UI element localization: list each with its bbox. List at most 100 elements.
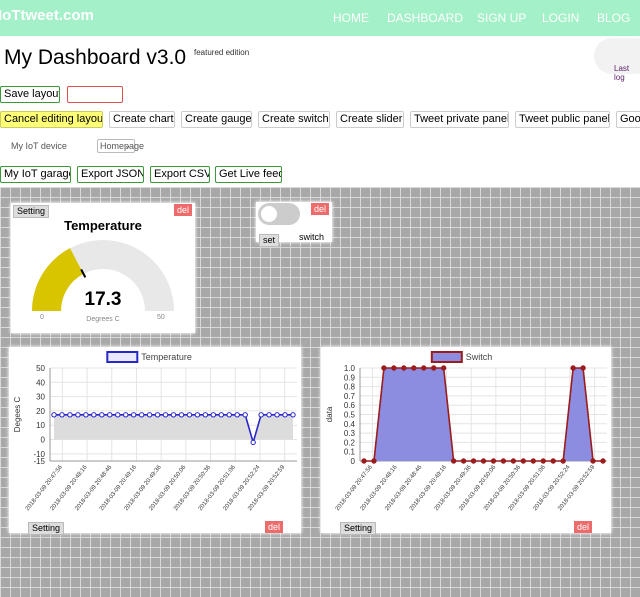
data-point (490, 458, 497, 464)
data-point (381, 365, 387, 371)
my-iot-garage-button[interactable]: My IoT garage (0, 166, 71, 183)
live-feed-button[interactable]: Get Live feed (215, 166, 282, 183)
device-label: My IoT device (11, 141, 67, 151)
create-gauge-button[interactable]: Create gauge (181, 111, 252, 128)
data-point (431, 365, 437, 371)
chart-delete-button[interactable]: del (265, 521, 284, 533)
create-slider-button[interactable]: Create slider (336, 111, 404, 128)
y-tick-label: 0.3 (344, 429, 356, 438)
export-json-button[interactable]: Export JSON (77, 166, 144, 183)
page-title: My Dashboard v3.0 (4, 46, 187, 69)
y-tick-label: 0.9 (344, 373, 356, 382)
toggle-switch[interactable] (258, 203, 300, 225)
switch-chart: Switch1.00.90.80.70.60.50.40.30.20.10201… (325, 351, 607, 512)
temperature-chart: Temperature50403020100-10-152018-03-09 2… (13, 351, 297, 512)
data-point (99, 412, 105, 418)
data-point (218, 412, 225, 418)
data-point (590, 458, 596, 464)
data-point (530, 458, 536, 464)
data-point (250, 439, 256, 446)
data-point (138, 412, 145, 418)
create-switch-button[interactable]: Create switch (258, 111, 330, 128)
y-axis-label: Degees C (13, 396, 22, 432)
data-point (570, 365, 576, 371)
data-point (83, 412, 89, 418)
switch-delete-button[interactable]: del (311, 203, 330, 215)
device-select[interactable]: Homepage ⌄ (97, 139, 144, 153)
y-tick-label: 0.8 (344, 383, 356, 392)
nav-login[interactable]: LOGIN (542, 11, 579, 25)
data-point (520, 458, 527, 464)
nav-dashboard[interactable]: DASHBOARD (387, 11, 463, 25)
data-point (401, 365, 407, 371)
nav-signup[interactable]: SIGN UP (477, 11, 526, 25)
nav-blog[interactable]: BLOG (597, 11, 630, 25)
export-csv-button[interactable]: Export CSV (150, 166, 210, 183)
gauge-panel[interactable]: Setting del Temperature 17.3 Degrees C 0… (11, 203, 195, 333)
data-point (170, 412, 177, 418)
gauge-unit: Degrees C (86, 316, 120, 323)
chevron-down-icon: ⌄ (124, 141, 131, 150)
brand-logo[interactable]: IoTtweet.com (0, 7, 94, 24)
data-point (411, 365, 417, 371)
data-point (226, 412, 232, 418)
data-point (282, 412, 288, 418)
y-tick-label: 0.2 (344, 438, 356, 447)
data-point (67, 412, 73, 418)
chart-delete-button[interactable]: del (574, 521, 593, 533)
data-point (178, 412, 185, 418)
data-point (580, 365, 586, 371)
data-point (266, 412, 272, 418)
chart-setting-button[interactable]: Setting (340, 522, 377, 535)
hidden-red-button[interactable] (67, 86, 123, 103)
data-point (154, 412, 161, 418)
data-point (450, 458, 457, 464)
switch-chart-panel[interactable]: Switch 1.0 0.9 0.8 0.7 0.6 0.5 0.4 0.3 0.2 0.1 0 201… (321, 347, 611, 535)
last-login-link[interactable]: Last log (614, 64, 640, 82)
data-point (421, 365, 427, 371)
data-point (75, 412, 81, 418)
switch-set-button[interactable]: set (259, 234, 280, 247)
temperature-chart-panel[interactable]: Temperature 50 40 30 20 10 0 -10 -15 2018-03-09 2… (9, 347, 301, 535)
data-point (258, 412, 264, 418)
tweet-public-panel-button[interactable]: Tweet public panel (515, 111, 610, 128)
data-point (550, 458, 556, 464)
chart-setting-button[interactable]: Setting (28, 522, 65, 535)
y-tick-label: 0.7 (344, 392, 356, 401)
data-point (460, 458, 467, 464)
y-tick-label: 10 (36, 421, 45, 430)
nav-home[interactable]: HOME (333, 11, 369, 25)
data-point (540, 458, 546, 464)
data-point (210, 412, 217, 418)
cancel-editing-button[interactable]: Cancel editing layout (0, 111, 103, 128)
data-point (162, 412, 169, 418)
data-point (115, 412, 121, 418)
data-point (371, 458, 377, 464)
data-point (234, 412, 240, 418)
save-layout-button[interactable]: Save layout (0, 86, 60, 103)
toggle-knob (261, 206, 277, 222)
data-point (107, 412, 113, 418)
y-tick-label: 0.1 (344, 448, 356, 457)
data-point (440, 365, 447, 371)
device-select-value: Homepage (100, 141, 145, 151)
gauge-dial (32, 240, 174, 311)
gauge-value: 17.3 (84, 289, 122, 310)
y-tick-label: 0.6 (344, 401, 356, 410)
data-point (290, 412, 296, 418)
create-chart-button[interactable]: Create chart (109, 111, 175, 128)
data-point (130, 412, 137, 418)
y-tick-label: 0 (41, 436, 46, 445)
data-point (480, 458, 487, 464)
data-point (361, 458, 367, 464)
data-point (600, 458, 606, 464)
legend-swatch (106, 351, 139, 363)
data-point (59, 412, 65, 418)
switch-panel[interactable]: del set switch (256, 202, 332, 247)
y-tick-label: 0 (351, 457, 356, 466)
y-tick-label: -15 (33, 457, 45, 466)
google-button[interactable]: Goog (616, 111, 640, 128)
y-tick-label: 30 (36, 393, 45, 402)
tweet-private-panel-button[interactable]: Tweet private panel (410, 111, 509, 128)
edition-note: featured edition (194, 48, 250, 57)
